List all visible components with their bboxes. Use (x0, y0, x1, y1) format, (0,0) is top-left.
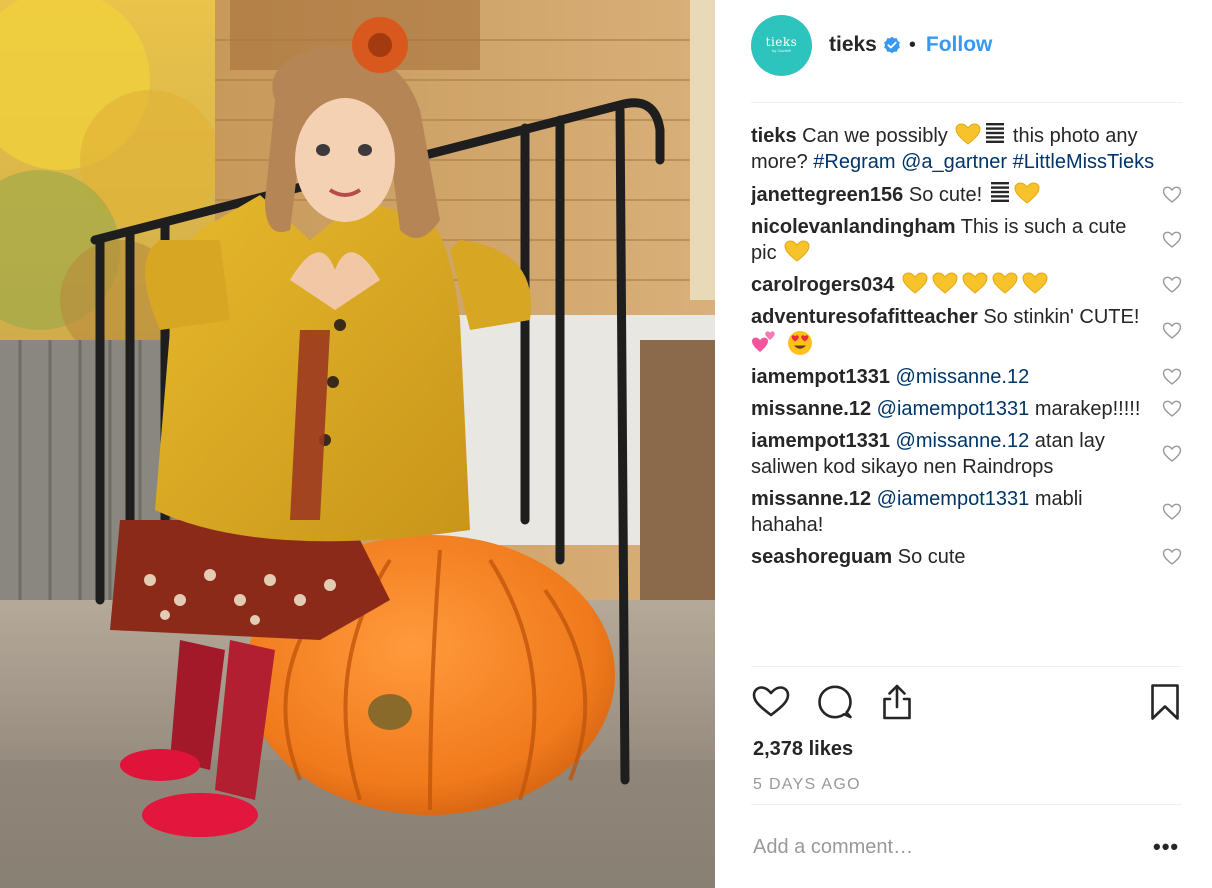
hashtag-littlemisstieks[interactable]: #LittleMissTieks (1013, 151, 1155, 173)
pause-bars-emoji (990, 181, 1010, 205)
comment-item: nicolevanlandingham This is such a cute … (751, 214, 1182, 266)
comment-mention[interactable]: @iamempot1331 (877, 398, 1030, 420)
yellow-heart-emoji (784, 240, 810, 262)
like-comment-heart-icon[interactable] (1162, 547, 1182, 567)
yellow-heart-emoji (992, 272, 1018, 294)
comment-text: adventuresofafitteacher So stinkin' CUTE… (751, 304, 1146, 358)
share-upload-icon[interactable] (877, 682, 917, 722)
add-comment-input[interactable]: Add a comment… (753, 836, 913, 859)
comment-mention[interactable]: @missanne.12 (896, 366, 1030, 388)
comment-body: So stinkin' CUTE! (983, 306, 1140, 328)
comment-item: iamempot1331 @missanne.12 (751, 364, 1182, 390)
like-comment-heart-icon[interactable] (1162, 185, 1182, 205)
like-comment-heart-icon[interactable] (1162, 444, 1182, 464)
separator-dot: • (908, 33, 916, 56)
like-comment-heart-icon[interactable] (1162, 367, 1182, 387)
pause-bars-emoji (985, 122, 1005, 146)
bookmark-icon[interactable] (1145, 682, 1185, 722)
header-divider (751, 102, 1182, 103)
post-caption: tieks Can we possibly this photo any mor… (751, 122, 1182, 175)
like-comment-heart-icon[interactable] (1162, 275, 1182, 295)
comments-divider (751, 666, 1182, 667)
comment-text: iamempot1331 @missanne.12 atan lay saliw… (751, 428, 1146, 480)
comment-body: marakep!!!!! (1034, 398, 1141, 420)
caption-username[interactable]: tieks (751, 125, 797, 147)
post-header: tieks by Gavrieli tieks • Follow (751, 14, 992, 76)
caption-text-before: Can we possibly (802, 125, 948, 147)
yellow-heart-emoji (1022, 272, 1048, 294)
comment-username[interactable]: iamempot1331 (751, 366, 890, 388)
comment-body: So cute! (908, 184, 983, 206)
post-timestamp[interactable]: 5 DAYS AGO (753, 776, 861, 794)
comment-username[interactable]: nicolevanlandingham (751, 216, 955, 238)
yellow-heart-emoji (1014, 182, 1040, 204)
comment-text: carolrogers034 (751, 272, 1146, 298)
comment-mention[interactable]: @iamempot1331 (877, 488, 1030, 510)
yellow-heart-emoji (932, 272, 958, 294)
verified-badge-icon (883, 36, 901, 54)
comment-mention[interactable]: @missanne.12 (896, 430, 1030, 452)
comment-username[interactable]: iamempot1331 (751, 430, 890, 452)
comment-text: missanne.12 @iamempot1331 marakep!!!!! (751, 396, 1146, 422)
comment-body: So cute (897, 546, 966, 568)
post-photo[interactable] (0, 0, 715, 888)
comment-username[interactable]: missanne.12 (751, 398, 871, 420)
comment-item: missanne.12 @iamempot1331 mabli hahaha! (751, 486, 1182, 538)
comment-text: janettegreen156 So cute! (751, 181, 1146, 208)
comment-username[interactable]: janettegreen156 (751, 184, 903, 206)
comment-username[interactable]: missanne.12 (751, 488, 871, 510)
comment-text: missanne.12 @iamempot1331 mabli hahaha! (751, 486, 1146, 538)
comment-username[interactable]: adventuresofafitteacher (751, 306, 978, 328)
comment-item: janettegreen156 So cute! (751, 181, 1182, 208)
post-photo-illustration (0, 0, 715, 888)
avatar-text: tieks (765, 35, 798, 49)
comment-text: nicolevanlandingham This is such a cute … (751, 214, 1146, 266)
more-options-icon[interactable]: ••• (1153, 834, 1179, 860)
comments-list[interactable]: tieks Can we possibly this photo any mor… (751, 122, 1182, 664)
hashtag-regram[interactable]: #Regram (813, 151, 895, 173)
mention-link[interactable]: @a_gartner (901, 151, 1007, 173)
two-hearts-emoji (751, 330, 777, 354)
yellow-heart-emoji (962, 272, 988, 294)
comment-item: missanne.12 @iamempot1331 marakep!!!!! (751, 396, 1182, 422)
comment-item: seashoreguam So cute (751, 544, 1182, 570)
comment-username[interactable]: carolrogers034 (751, 274, 894, 296)
post-username[interactable]: tieks (829, 33, 877, 57)
like-comment-heart-icon[interactable] (1162, 399, 1182, 419)
like-comment-heart-icon[interactable] (1162, 321, 1182, 341)
action-bar (751, 682, 1182, 726)
comment-item: carolrogers034 (751, 272, 1182, 298)
avatar-subtext: by Gavrieli (772, 48, 791, 53)
footer-divider (751, 804, 1182, 805)
comment-username[interactable]: seashoreguam (751, 546, 892, 568)
comment-item: iamempot1331 @missanne.12 atan lay saliw… (751, 428, 1182, 480)
comment-item: adventuresofafitteacher So stinkin' CUTE… (751, 304, 1182, 358)
avatar[interactable]: tieks by Gavrieli (751, 14, 812, 76)
comment-text: iamempot1331 @missanne.12 (751, 364, 1146, 390)
like-comment-heart-icon[interactable] (1162, 230, 1182, 250)
follow-button[interactable]: Follow (926, 33, 993, 57)
yellow-heart-emoji (955, 123, 981, 145)
yellow-heart-emoji (902, 272, 928, 294)
post-side-panel: tieks by Gavrieli tieks • Follow tieks C… (715, 0, 1212, 888)
comment-text: seashoreguam So cute (751, 544, 1146, 570)
comment-bubble-icon[interactable] (815, 682, 855, 722)
likes-count[interactable]: 2,378 likes (753, 738, 853, 761)
heart-eyes-emoji (787, 330, 813, 356)
like-comment-heart-icon[interactable] (1162, 502, 1182, 522)
heart-outline-icon[interactable] (751, 682, 791, 722)
